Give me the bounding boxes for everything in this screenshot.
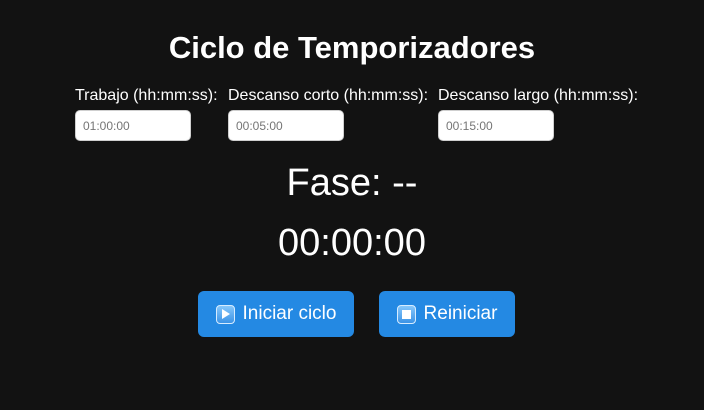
phase-display: Fase: -- [286, 162, 418, 204]
work-label: Trabajo (hh:mm:ss): [75, 87, 218, 104]
start-cycle-label: Iniciar ciclo [242, 303, 337, 324]
timer-cycle-page: Ciclo de Temporizadores Trabajo (hh:mm:s… [0, 0, 704, 410]
long-break-label: Descanso largo (hh:mm:ss): [438, 87, 639, 104]
play-icon [215, 304, 235, 324]
stop-icon [396, 304, 416, 324]
reset-button[interactable]: Reiniciar [379, 291, 515, 337]
work-field: Trabajo (hh:mm:ss): [75, 86, 218, 141]
short-break-label: Descanso corto (hh:mm:ss): [228, 87, 429, 104]
reset-label: Reiniciar [423, 303, 498, 324]
time-display: 00:00:00 [278, 222, 426, 264]
page-title: Ciclo de Temporizadores [168, 30, 536, 65]
long-break-input[interactable] [438, 110, 554, 141]
work-input[interactable] [75, 110, 191, 141]
start-cycle-button[interactable]: Iniciar ciclo [198, 291, 354, 337]
short-break-input[interactable] [228, 110, 344, 141]
short-break-field: Descanso corto (hh:mm:ss): [228, 86, 428, 141]
long-break-field: Descanso largo (hh:mm:ss): [438, 86, 638, 141]
